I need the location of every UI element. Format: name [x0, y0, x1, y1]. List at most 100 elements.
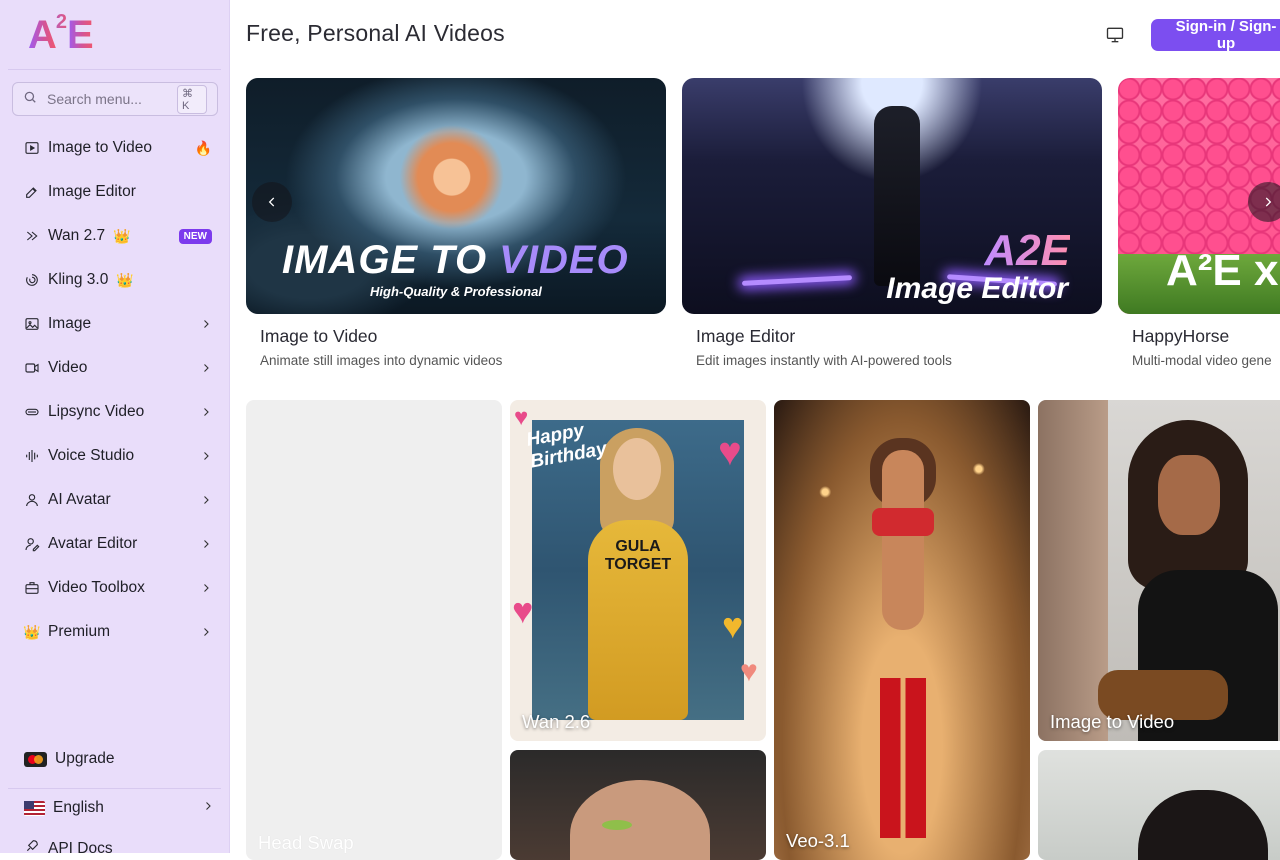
sidebar-item-wan[interactable]: Wan 2.7 👑 NEW [12, 214, 222, 258]
search-icon [23, 90, 37, 109]
logo-letter-e: E [67, 13, 94, 57]
heart-icon: ♥ [514, 404, 529, 431]
costume [872, 508, 934, 536]
chevron-right-icon [200, 406, 212, 418]
image-icon [24, 316, 40, 332]
sidebar-item-label: Kling 3.0 [48, 271, 109, 288]
banner-brand: A2E [984, 226, 1070, 275]
crown-icon: 👑 [116, 271, 134, 288]
sidebar-item-kling[interactable]: Kling 3.0 👑 [12, 258, 222, 302]
slide-title: HappyHorse [1132, 326, 1230, 346]
sidebar-item-video[interactable]: Video [12, 346, 222, 390]
logo[interactable]: A 2 E [28, 11, 94, 58]
neon-light [741, 275, 853, 286]
sidebar-item-image-editor[interactable]: Image Editor [12, 170, 222, 214]
video-icon [24, 360, 40, 376]
api-docs-link[interactable]: API Docs [24, 838, 113, 859]
logo-letter-a: A [28, 13, 57, 57]
play-square-icon [24, 140, 40, 156]
sidebar-item-image[interactable]: Image [12, 302, 222, 346]
credit-card-icon [24, 751, 47, 767]
sidebar-item-label: Wan 2.7 [48, 227, 106, 244]
sidebar-item-video-toolbox[interactable]: Video Toolbox [12, 566, 222, 610]
sidebar-item-label: Avatar Editor [48, 535, 138, 552]
chevron-right-icon [200, 450, 212, 462]
sidebar-item-label: Image to Video [48, 139, 152, 156]
sidebar-item-label: Image [48, 315, 92, 332]
search-shortcut: ⌘ K [177, 84, 207, 114]
banner-subtext: Image Editor [886, 272, 1068, 305]
sidebar-item-avatar-editor[interactable]: Avatar Editor [12, 522, 222, 566]
divider [8, 788, 221, 789]
face [570, 780, 710, 860]
rocket-icon [24, 838, 40, 859]
carousel-slide-image-editor[interactable]: A2E Image Editor Image Editor Edit image… [682, 78, 1102, 368]
chevron-right-icon [200, 494, 212, 506]
figure [874, 106, 920, 286]
language-selector[interactable]: English [24, 799, 214, 817]
gallery-card-image-to-video[interactable]: Image to Video [1038, 400, 1280, 741]
sidebar-item-label: Premium [48, 623, 111, 640]
kling-icon [24, 272, 40, 288]
fire-icon: 🔥 [194, 139, 212, 156]
logo-superscript: 2 [55, 11, 68, 33]
lips-icon [24, 404, 40, 420]
card-label: Wan 2.6 [522, 711, 591, 732]
gallery-card[interactable] [1038, 750, 1280, 860]
new-badge: NEW [178, 228, 212, 244]
figure [882, 450, 924, 630]
us-flag-icon [24, 800, 45, 816]
chevron-left-icon [268, 197, 275, 207]
heart-icon: ♥ [512, 590, 534, 631]
sidebar-item-image-to-video[interactable]: Image to Video 🔥 [12, 126, 222, 170]
carousel-next-button[interactable] [1248, 182, 1280, 222]
sidebar-item-premium[interactable]: 👑 Premium [12, 610, 222, 654]
search-input[interactable] [45, 90, 169, 108]
chevron-right-icon [200, 538, 212, 550]
sidebar-item-label: Image Editor [48, 183, 136, 200]
banner-subtext: High-Quality & Professional [370, 284, 542, 299]
chevron-right-icon [200, 318, 212, 330]
slide-description: Animate still images into dynamic videos [260, 353, 503, 368]
search-box[interactable]: ⌘ K [12, 82, 218, 116]
heart-icon: ♥ [740, 655, 758, 688]
face [1158, 455, 1220, 535]
heart-icon: ♥ [718, 430, 742, 474]
card-label: Head Swap [258, 832, 354, 853]
slide-title: Image to Video [260, 326, 378, 346]
user-edit-icon [24, 536, 40, 552]
user-icon [24, 492, 40, 508]
sidebar: A 2 E ⌘ K Image to Video 🔥 Image Editor … [0, 0, 230, 857]
sign-in-button[interactable]: Sign-in / Sign-up [1151, 18, 1280, 52]
slide-description: Multi-modal video gene [1132, 353, 1272, 368]
carousel-slide-image-to-video[interactable]: IMAGE TO VIDEO High-Quality & Profession… [246, 78, 666, 368]
sidebar-item-lipsync-video[interactable]: Lipsync Video [12, 390, 222, 434]
face [613, 438, 661, 500]
edit-icon [24, 184, 40, 200]
chevron-right-icon [200, 362, 212, 374]
upgrade-button[interactable]: Upgrade [24, 750, 114, 768]
gallery-card-head-swap[interactable]: Head Swap [246, 400, 502, 860]
gallery-card[interactable] [510, 750, 766, 860]
boots [880, 678, 926, 838]
page-title: Free, Personal AI Videos [246, 20, 505, 46]
sidebar-item-ai-avatar[interactable]: AI Avatar [12, 478, 222, 522]
hair [1138, 790, 1268, 860]
desktop-view-icon[interactable] [1105, 25, 1125, 45]
gallery-card-wan[interactable]: GULA TORGET Happy Birthday ♥ ♥ ♥ ♥ ♥ Wan… [510, 400, 766, 741]
sidebar-item-voice-studio[interactable]: Voice Studio [12, 434, 222, 478]
upgrade-label: Upgrade [55, 750, 115, 767]
crown-icon: 👑 [23, 623, 41, 640]
sidebar-item-label: Video Toolbox [48, 579, 145, 596]
sidebar-item-label: Video [48, 359, 88, 376]
carousel-prev-button[interactable] [252, 182, 292, 222]
chevron-right-icon [202, 799, 214, 817]
slide-title: Image Editor [696, 326, 796, 346]
sidebar-item-label: Lipsync Video [48, 403, 145, 420]
chevron-right-icon [200, 582, 212, 594]
chevron-right-icon [200, 626, 212, 638]
heart-icon: ♥ [722, 605, 744, 646]
crown-icon: 👑 [113, 227, 131, 244]
gallery-card-veo[interactable]: Veo-3.1 [774, 400, 1030, 860]
banner-text: IMAGE TO VIDEO [282, 238, 629, 282]
